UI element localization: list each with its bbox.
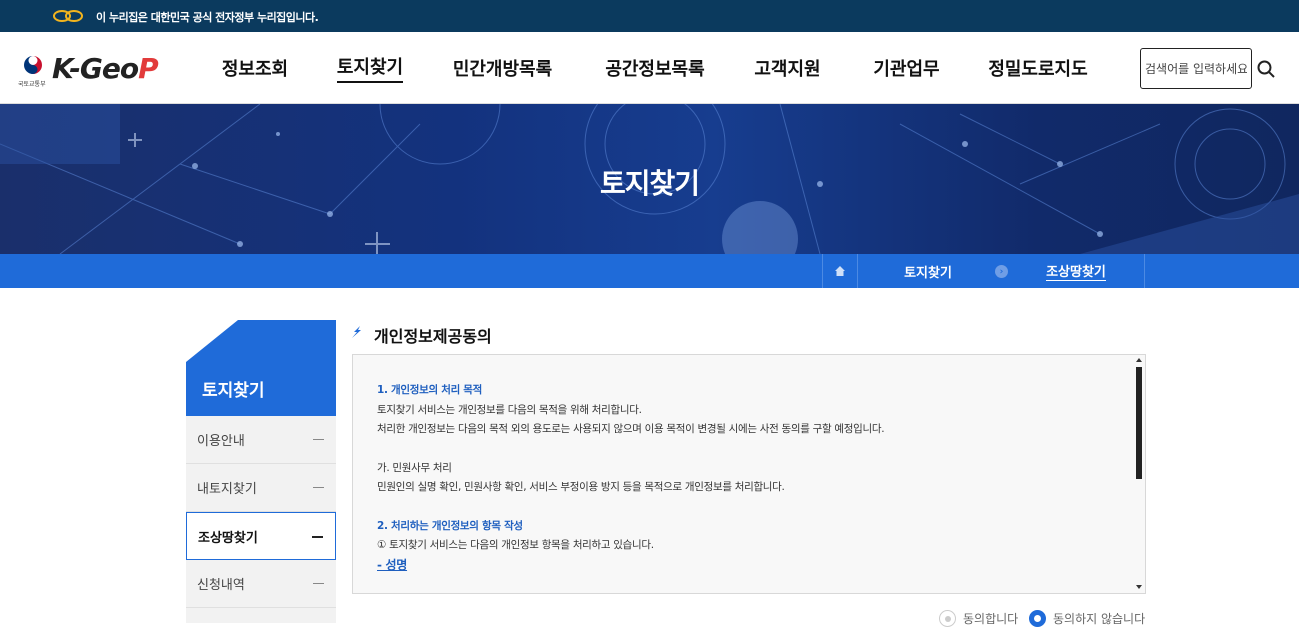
hero-title: 토지찾기	[599, 167, 700, 200]
chevron-right-icon: ›	[995, 265, 1008, 278]
disagree-radio[interactable]	[1029, 610, 1046, 627]
search-input[interactable]	[1140, 48, 1252, 89]
sidebar-item-partial	[186, 608, 336, 623]
minus-icon	[312, 536, 323, 538]
agree-option[interactable]: 동의합니다	[939, 610, 1018, 627]
nav-item-customer-support[interactable]: 고객지원	[730, 32, 845, 104]
minus-icon	[313, 583, 324, 584]
ministry-label: 국토교통부	[18, 81, 46, 88]
nav-item-land-search[interactable]: 토지찾기	[315, 32, 425, 104]
sidebar-item-usage-guide[interactable]: 이용안내	[186, 416, 336, 464]
terms-scroll-box[interactable]: 1. 개인정보의 처리 목적 토지찾기 서비스는 개인정보를 다음의 목적을 위…	[352, 354, 1146, 594]
disagree-label: 동의하지 않습니다	[1053, 612, 1146, 626]
terms-content: 1. 개인정보의 처리 목적 토지찾기 서비스는 개인정보를 다음의 목적을 위…	[377, 381, 1117, 575]
sidebar-item-my-land[interactable]: 내토지찾기	[186, 464, 336, 512]
minus-icon	[313, 439, 324, 440]
nav-item-spatial-info-list[interactable]: 공간정보목록	[580, 32, 730, 104]
breadcrumb-home[interactable]	[822, 254, 858, 288]
scroll-down-icon[interactable]	[1136, 585, 1142, 589]
site-logo[interactable]: K-GeoP	[52, 52, 159, 85]
sidebar-header	[186, 320, 336, 416]
terms-heading: 1. 개인정보의 처리 목적	[377, 384, 483, 396]
breadcrumb-level2[interactable]: 조상땅찾기	[1008, 254, 1145, 288]
sidebar-title: 토지찾기	[202, 381, 265, 401]
breadcrumb: 토지찾기 › 조상땅찾기	[0, 254, 1299, 288]
nav-item-precision-road-map[interactable]: 정밀도로지도	[968, 32, 1108, 104]
terms-paragraph: ① 토지찾기 서비스는 다음의 개인정보 항목을 처리하고 있습니다.	[377, 539, 654, 551]
gov-banner-text: 이 누리집은 대한민국 공식 전자정부 누리집입니다.	[96, 11, 319, 24]
agree-radio[interactable]	[939, 610, 956, 627]
section-title: 개인정보제공동의	[374, 327, 492, 346]
search-icon[interactable]	[1257, 60, 1275, 78]
sidebar-item-application-history[interactable]: 신청내역	[186, 560, 336, 608]
terms-paragraph: 처리한 개인정보는 다음의 목적 외의 용도로는 사용되지 않으며 이용 목적이…	[377, 423, 885, 435]
agree-label: 동의합니다	[963, 612, 1019, 626]
terms-item-name: - 성명	[377, 557, 408, 572]
home-icon	[835, 266, 845, 276]
logo-accent-text: P	[138, 52, 159, 85]
main-nav: 정보조회 토지찾기 민간개방목록 공간정보목록 고객지원 기관업무 정밀도로지도	[195, 32, 1108, 104]
terms-paragraph: 토지찾기 서비스는 개인정보를 다음의 목적을 위해 처리합니다.	[377, 403, 642, 416]
terms-heading: 2. 처리하는 개인정보의 항목 작성	[377, 519, 523, 532]
scrollbar-thumb[interactable]	[1136, 367, 1142, 479]
section-bullet-icon	[352, 326, 361, 338]
minus-icon	[313, 487, 324, 488]
nav-item-info[interactable]: 정보조회	[195, 32, 315, 104]
egov-logo-icon	[53, 10, 83, 22]
nav-item-private-open-list[interactable]: 민간개방목록	[425, 32, 580, 104]
terms-paragraph: 민원인의 실명 확인, 민원사항 확인, 서비스 부정이용 방지 등을 목적으로…	[377, 481, 785, 493]
gov-banner: 이 누리집은 대한민국 공식 전자정부 누리집입니다.	[0, 0, 1299, 32]
taeguk-emblem-icon	[24, 56, 42, 74]
disagree-option[interactable]: 동의하지 않습니다	[1029, 610, 1145, 627]
scroll-up-icon[interactable]	[1136, 358, 1142, 362]
sidebar-item-ancestor-land[interactable]: 조상땅찾기	[186, 512, 336, 560]
site-header: 국토교통부 K-GeoP 정보조회 토지찾기 민간개방목록 공간정보목록 고객지…	[0, 32, 1299, 104]
nav-item-agency-work[interactable]: 기관업무	[845, 32, 968, 104]
breadcrumb-level1[interactable]: 토지찾기	[858, 254, 998, 288]
logo-main-text: K-Geo	[52, 52, 139, 85]
terms-subheading: 가. 민원사무 처리	[377, 461, 452, 474]
hero-banner: 토지찾기	[0, 104, 1299, 254]
